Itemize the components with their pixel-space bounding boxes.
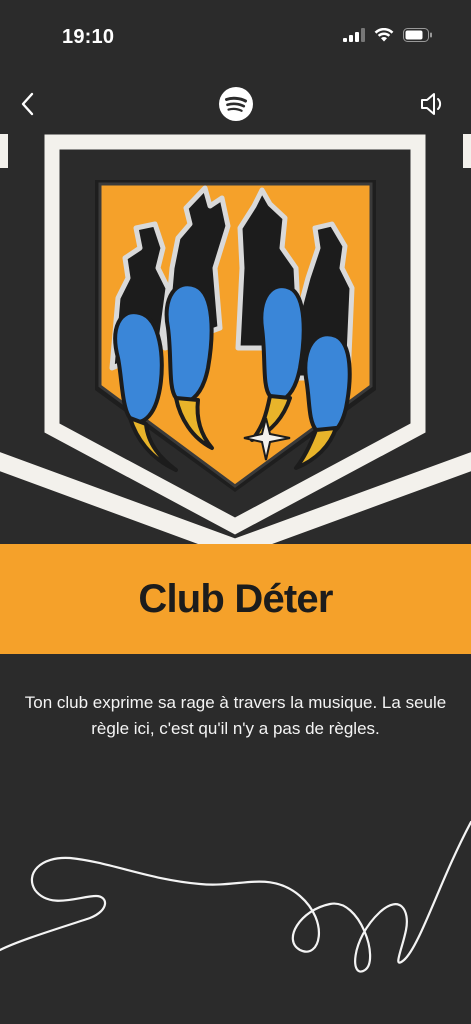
back-button[interactable] bbox=[12, 86, 42, 122]
spotify-logo-icon[interactable] bbox=[218, 86, 254, 122]
club-banner: Club Déter bbox=[0, 544, 471, 654]
status-bar: 19:10 bbox=[0, 0, 471, 72]
sound-button[interactable] bbox=[415, 86, 451, 122]
chevron-left-icon bbox=[21, 92, 34, 116]
cellular-signal-icon bbox=[343, 28, 365, 42]
status-time: 19:10 bbox=[62, 26, 115, 48]
club-description: Ton club exprime sa rage à travers la mu… bbox=[24, 693, 447, 738]
speaker-icon bbox=[421, 93, 442, 115]
decorative-squiggle bbox=[0, 820, 471, 973]
club-title: Club Déter bbox=[138, 576, 333, 621]
club-artwork bbox=[0, 134, 471, 544]
nav-bar bbox=[0, 80, 471, 128]
status-icons bbox=[343, 28, 433, 42]
battery-icon bbox=[403, 28, 432, 42]
wifi-icon bbox=[374, 28, 394, 42]
